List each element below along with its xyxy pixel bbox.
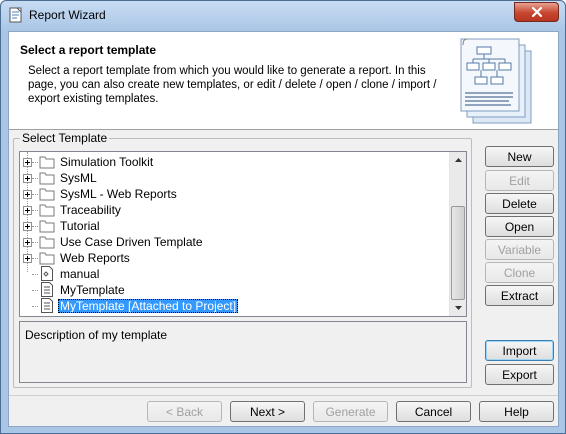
button-bar-divider bbox=[9, 395, 558, 396]
expand-icon[interactable] bbox=[23, 238, 32, 247]
scroll-thumb[interactable] bbox=[451, 206, 465, 300]
tree-item-label: Web Reports bbox=[60, 251, 130, 265]
tree-item-label: SysML - Web Reports bbox=[60, 187, 177, 201]
wizard-header: Select a report template Select a report… bbox=[9, 32, 558, 130]
tree-item-label: manual bbox=[60, 267, 100, 281]
tree-item-label: Use Case Driven Template bbox=[60, 235, 203, 249]
export-button[interactable]: Export bbox=[485, 364, 554, 385]
tree-item-manual[interactable]: manual bbox=[20, 266, 450, 282]
tree-connector bbox=[32, 290, 38, 291]
wizard-content: Select a report template Select a report… bbox=[8, 31, 559, 427]
tree-connector bbox=[32, 242, 38, 243]
close-icon bbox=[531, 6, 542, 18]
tree-item-tutorial[interactable]: Tutorial bbox=[20, 218, 450, 234]
scroll-down-button[interactable] bbox=[450, 300, 466, 316]
cancel-button[interactable]: Cancel bbox=[396, 401, 471, 422]
tree-connector bbox=[32, 178, 38, 179]
tree-item-label: Traceability bbox=[60, 203, 121, 217]
document-icon bbox=[41, 298, 53, 313]
tree-connector bbox=[32, 194, 38, 195]
tree-item-traceability[interactable]: Traceability bbox=[20, 202, 450, 218]
template-tree[interactable]: Simulation Toolkit SysML SysML - Web Rep… bbox=[19, 151, 467, 317]
expand-icon[interactable] bbox=[23, 254, 32, 263]
extract-button[interactable]: Extract bbox=[485, 285, 554, 306]
page-title: Select a report template bbox=[20, 43, 157, 57]
tree-item-mytemplate[interactable]: MyTemplate bbox=[20, 282, 450, 298]
tree-item-label: Simulation Toolkit bbox=[60, 155, 154, 169]
tree-item-label: SysML bbox=[60, 171, 97, 185]
tree-item-sysml[interactable]: SysML bbox=[20, 170, 450, 186]
select-template-group-title: Select Template bbox=[20, 131, 110, 145]
close-button[interactable] bbox=[514, 2, 559, 22]
report-wizard-app-icon bbox=[9, 7, 22, 23]
scroll-up-button[interactable] bbox=[450, 152, 466, 168]
template-description-box: Description of my template bbox=[19, 321, 467, 383]
edit-button[interactable]: Edit bbox=[485, 170, 554, 191]
tree-scrollbar[interactable] bbox=[449, 152, 466, 316]
window-title: Report Wizard bbox=[29, 8, 106, 22]
expand-icon[interactable] bbox=[23, 222, 32, 231]
tree-item-simulation-toolkit[interactable]: Simulation Toolkit bbox=[20, 154, 450, 170]
report-wizard-window: Report Wizard Select a report template S… bbox=[0, 0, 566, 434]
tree-item-mytemplate-attached[interactable]: MyTemplate [Attached to Project] bbox=[20, 298, 450, 314]
tree-item-label: MyTemplate bbox=[60, 283, 125, 297]
folder-icon bbox=[39, 236, 55, 249]
scroll-up-arrow-icon bbox=[454, 158, 462, 162]
folder-icon bbox=[39, 172, 55, 185]
expand-icon[interactable] bbox=[23, 174, 32, 183]
folder-icon bbox=[39, 252, 55, 265]
tree-connector bbox=[32, 210, 38, 211]
expand-icon[interactable] bbox=[23, 158, 32, 167]
template-description: Description of my template bbox=[25, 328, 168, 342]
tree-connector bbox=[32, 162, 38, 163]
open-button[interactable]: Open bbox=[485, 216, 554, 237]
tree-item-sysml-web-reports[interactable]: SysML - Web Reports bbox=[20, 186, 450, 202]
tree-connector bbox=[32, 226, 38, 227]
folder-icon bbox=[39, 156, 55, 169]
template-file-icon bbox=[41, 266, 53, 281]
tree-connector bbox=[32, 274, 38, 275]
expand-icon[interactable] bbox=[23, 190, 32, 199]
next-button[interactable]: Next > bbox=[230, 401, 305, 422]
tree-item-web-reports[interactable]: Web Reports bbox=[20, 250, 450, 266]
report-template-illustration-icon bbox=[460, 38, 532, 124]
folder-icon bbox=[39, 204, 55, 217]
expand-icon[interactable] bbox=[23, 206, 32, 215]
variable-button[interactable]: Variable bbox=[485, 239, 554, 260]
back-button[interactable]: < Back bbox=[147, 401, 222, 422]
new-button[interactable]: New bbox=[485, 146, 554, 167]
tree-connector bbox=[32, 258, 38, 259]
tree-item-label-selected: MyTemplate [Attached to Project] bbox=[58, 299, 239, 313]
help-button[interactable]: Help bbox=[479, 401, 554, 422]
tree-item-label: Tutorial bbox=[60, 219, 100, 233]
scroll-down-arrow-icon bbox=[454, 306, 462, 310]
page-description: Select a report template from which you … bbox=[28, 65, 437, 105]
clone-button[interactable]: Clone bbox=[485, 262, 554, 283]
tree-connector bbox=[32, 306, 38, 307]
generate-button[interactable]: Generate bbox=[313, 401, 388, 422]
select-template-group: Select Template Simulation Toolkit SysML bbox=[13, 131, 472, 388]
import-button[interactable]: Import bbox=[485, 340, 554, 361]
document-icon bbox=[41, 282, 53, 297]
title-bar[interactable]: Report Wizard bbox=[1, 1, 565, 31]
folder-icon bbox=[39, 188, 55, 201]
tree-item-use-case-driven-template[interactable]: Use Case Driven Template bbox=[20, 234, 450, 250]
folder-icon bbox=[39, 220, 55, 233]
delete-button[interactable]: Delete bbox=[485, 193, 554, 214]
